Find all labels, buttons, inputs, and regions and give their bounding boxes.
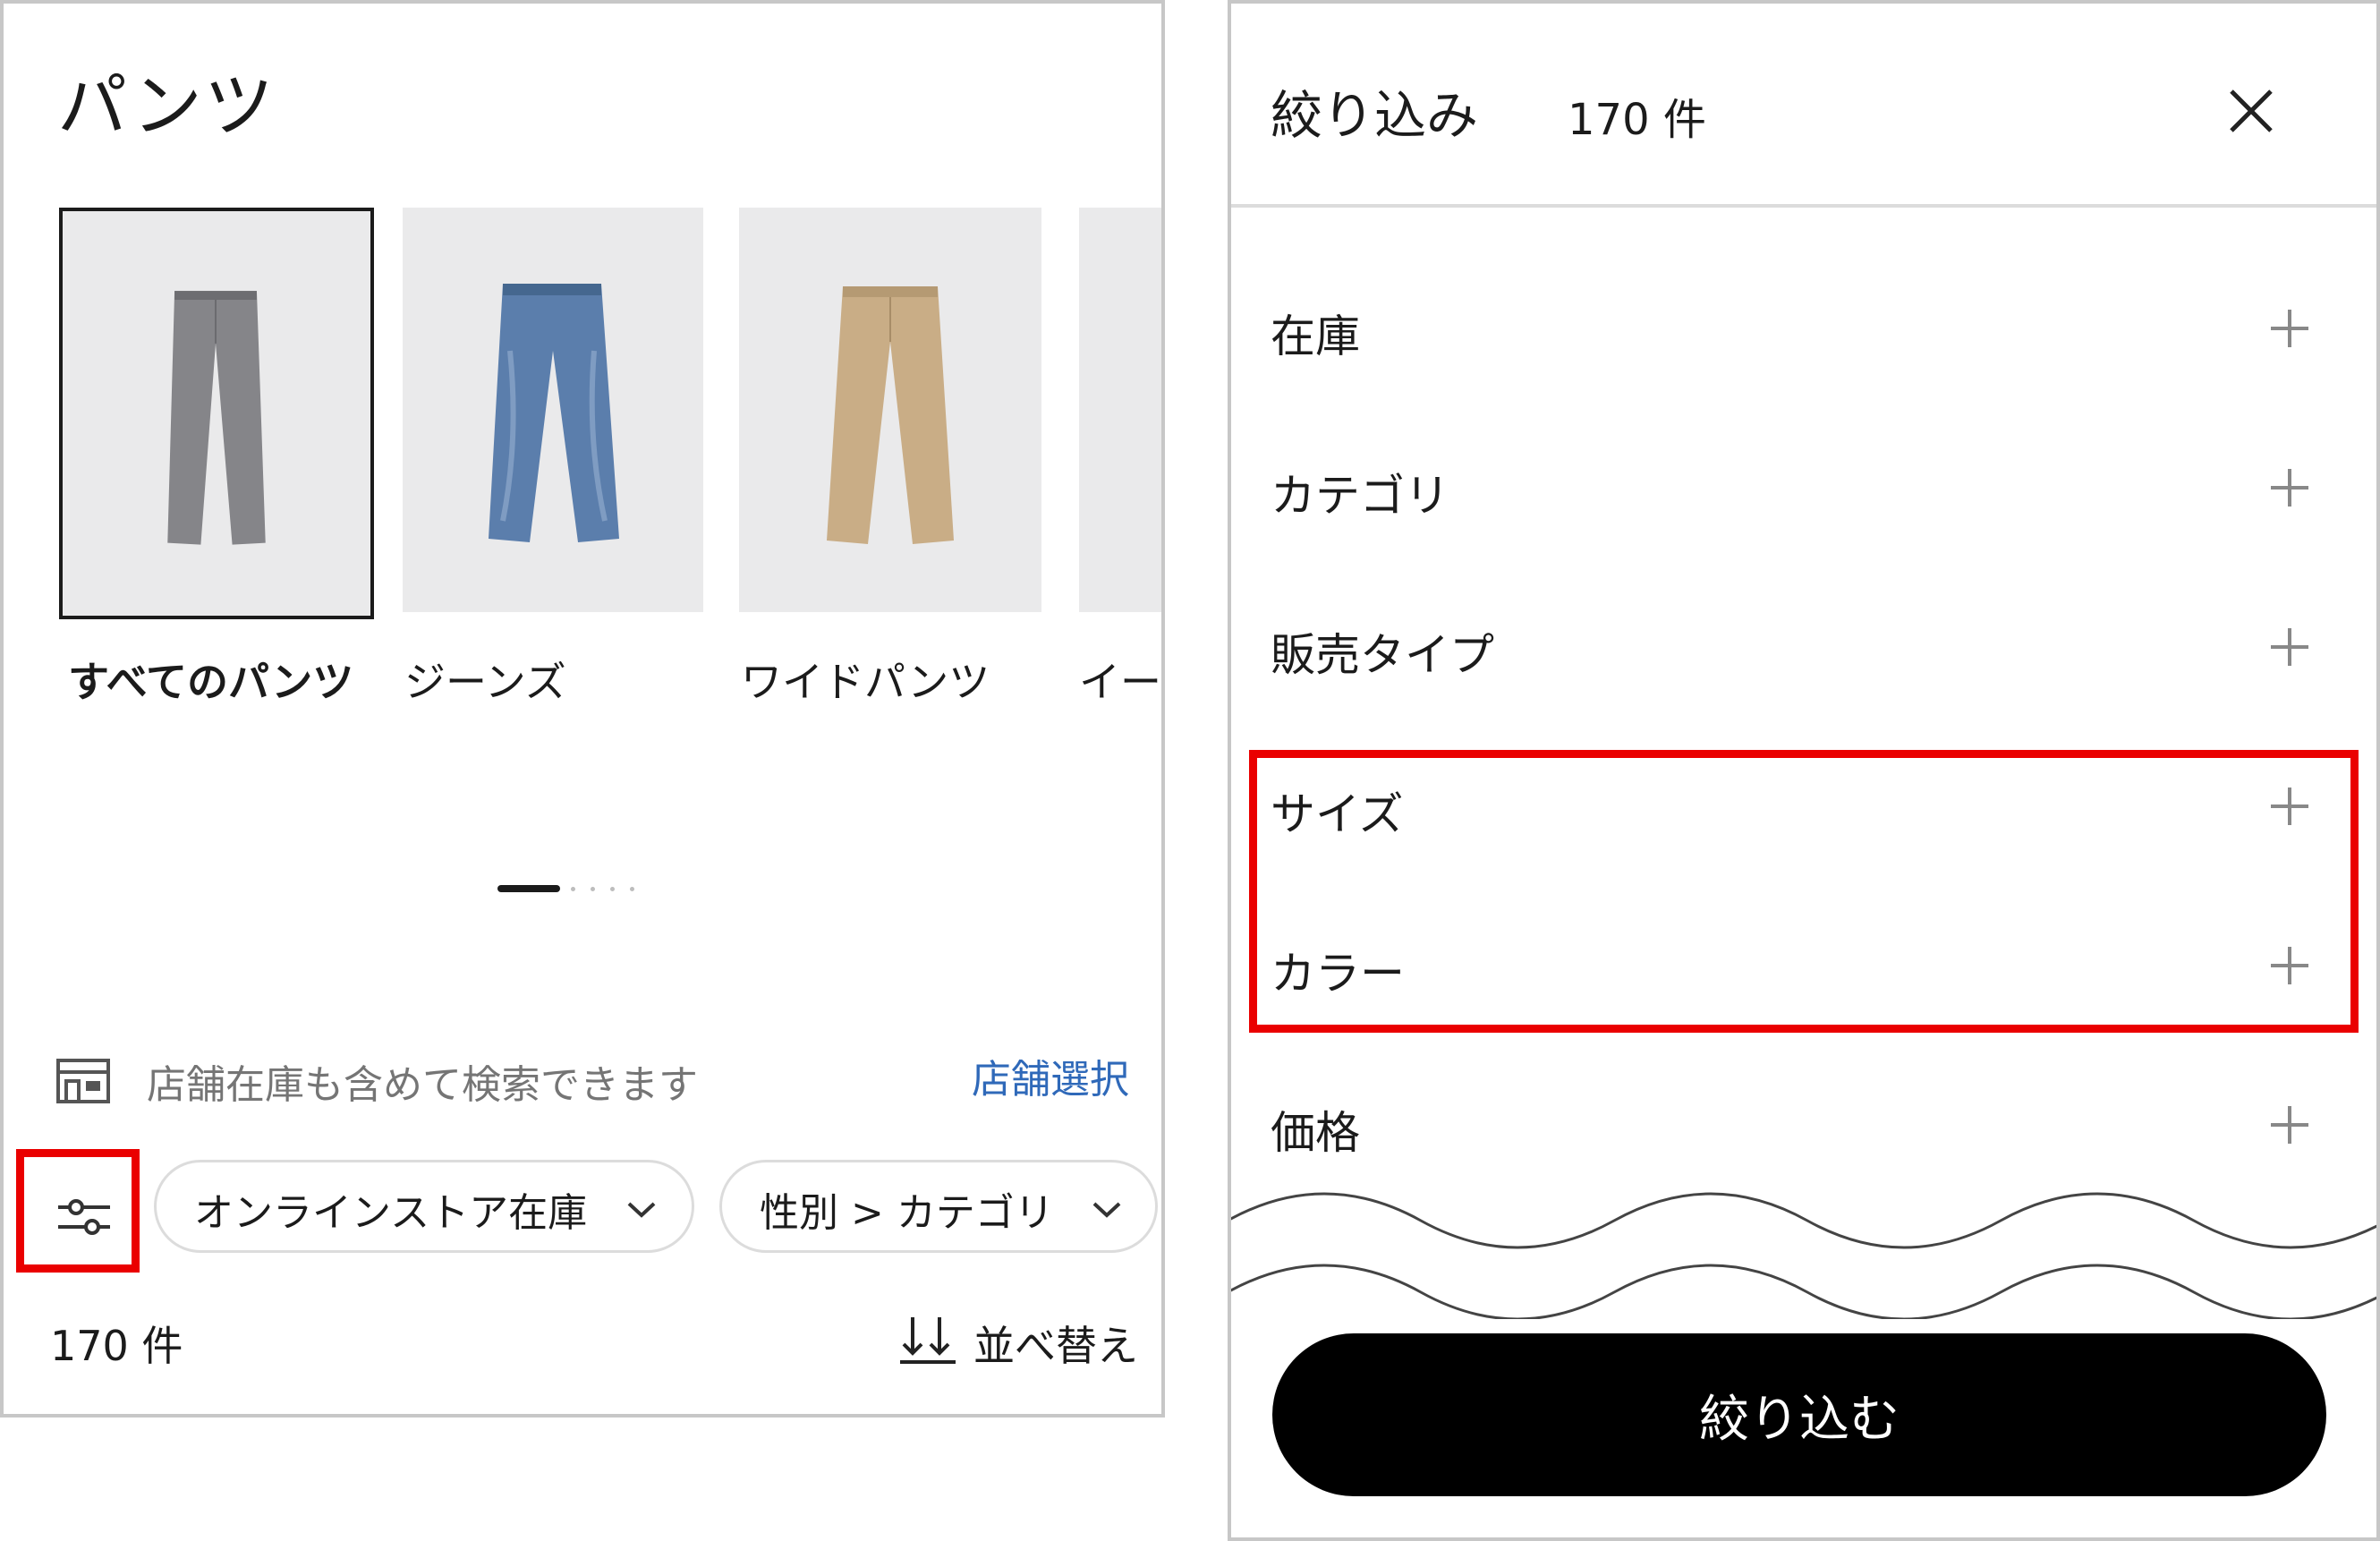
filter-panel-title: 絞り込み [1271,85,1479,146]
store-stock-row: 店舗在庫も含めて検索できます 店舗選択 [55,1047,1129,1110]
gender-category-chip-label: 性別 > カテゴリ [760,1190,1054,1236]
filter-row-category[interactable]: カテゴリ [1231,433,2376,541]
plus-icon [2271,310,2308,347]
pager-current[interactable] [497,885,560,892]
gray-pants-image [167,291,266,545]
category-page-panel: パンツ すべてのパンツ ジーンズ ワイドパンツ イー 店舗在庫も含めて検索できま… [0,0,1165,1418]
category-label-wide-pants: ワイドパンツ [741,658,990,706]
jeans-image [489,284,619,542]
filter-label-size: サイズ [1271,788,1404,840]
pager-dot[interactable] [610,887,615,891]
category-card-all-pants[interactable] [59,208,374,619]
pager-dot[interactable] [591,887,595,891]
gender-category-chip[interactable]: 性別 > カテゴリ [719,1160,1158,1253]
plus-icon [2271,1106,2308,1144]
filter-label-price: 価格 [1271,1107,1360,1159]
pager-dot[interactable] [571,887,575,891]
plus-icon [2271,788,2308,825]
pager-dot[interactable] [630,887,634,891]
result-count: 170 件 [50,1322,183,1370]
filter-row-price[interactable]: 価格 [1231,1070,2376,1178]
plus-icon [2271,469,2308,507]
store-icon [56,1059,110,1103]
filter-button[interactable] [16,1149,140,1273]
sort-label: 並べ替え [973,1322,1138,1370]
apply-filter-button[interactable]: 絞り込む [1272,1333,2326,1496]
category-card-jeans[interactable] [403,208,703,612]
chevron-down-icon [627,1202,656,1218]
filter-panel-header: 絞り込み 170 件 [1231,4,2376,208]
filter-row-sales-type[interactable]: 販売タイプ [1231,592,2376,700]
category-card-wide-pants[interactable] [739,208,1041,612]
plus-icon [2271,628,2308,666]
close-icon[interactable] [2224,84,2278,138]
category-label-partial: イー [1079,658,1161,706]
sort-button[interactable]: 並べ替え [898,1310,1138,1373]
filter-panel: 絞り込み 170 件 在庫 カテゴリ 販売タイプ サイズ カラー 価格 絞り込む [1228,0,2380,1541]
filter-row-size[interactable]: サイズ [1231,752,2376,859]
store-select-link[interactable]: 店舗選択 [972,1047,1129,1104]
filter-label-category: カテゴリ [1271,470,1449,522]
category-label-jeans: ジーンズ [404,658,566,706]
filter-label-color: カラー [1271,948,1405,1000]
content-break-wave [1231,1192,2376,1319]
chevron-down-icon [1092,1202,1121,1218]
plus-icon [2271,947,2308,984]
carousel-pager[interactable] [497,885,650,892]
beige-pants-image [827,286,954,544]
filter-label-stock: 在庫 [1271,311,1360,362]
page-title: パンツ [57,66,276,147]
online-stock-chip[interactable]: オンラインストア在庫 [154,1160,694,1253]
category-label-all-pants: すべてのパンツ [68,658,354,706]
store-stock-text: 店舗在庫も含めて検索できます [147,1062,698,1108]
sort-icon [900,1317,956,1364]
online-stock-chip-label: オンラインストア在庫 [194,1190,588,1236]
filter-label-sales-type: 販売タイプ [1271,629,1494,681]
category-card-partial[interactable] [1079,208,1161,612]
filter-sliders-icon [58,1199,110,1235]
filter-panel-count: 170 件 [1568,95,1706,145]
filter-row-color[interactable]: カラー [1231,911,2376,1018]
filter-row-stock[interactable]: 在庫 [1231,274,2376,381]
